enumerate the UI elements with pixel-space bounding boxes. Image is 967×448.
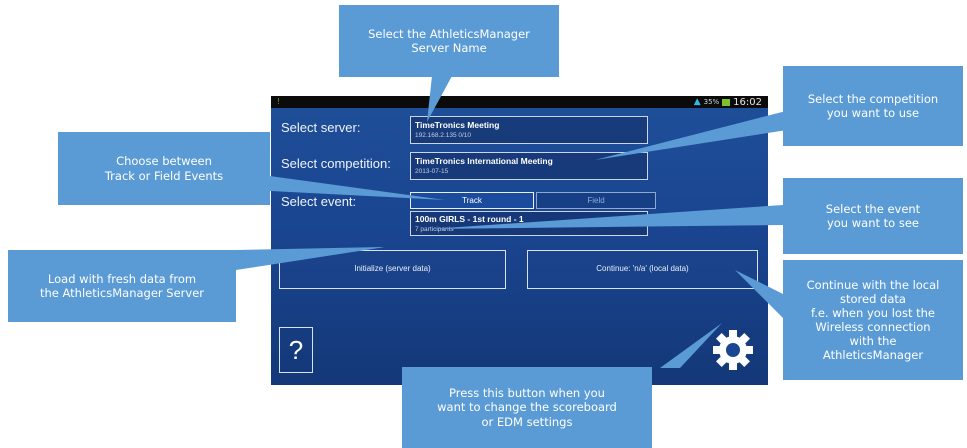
callout-event: Select the event you want to see bbox=[783, 178, 963, 254]
callout-settings: Press this button when you want to chang… bbox=[402, 367, 652, 448]
callout-event-type: Choose between Track or Field Events bbox=[58, 132, 270, 205]
callout-server-text: Select the AthleticsManager Server Name bbox=[368, 26, 530, 55]
pointer-server bbox=[427, 76, 452, 122]
callout-load-text: Load with fresh data from the AthleticsM… bbox=[39, 271, 205, 300]
pointer-settings bbox=[660, 323, 722, 368]
callout-event-type-text: Choose between Track or Field Events bbox=[104, 154, 224, 183]
callout-continue-text: Continue with the local stored data f.e.… bbox=[806, 277, 940, 363]
callout-continue: Continue with the local stored data f.e.… bbox=[783, 260, 963, 380]
callout-event-text: Select the event you want to see bbox=[825, 201, 921, 230]
pointer-continue bbox=[735, 270, 783, 318]
pointer-event bbox=[430, 205, 783, 229]
callout-settings-text: Press this button when you want to chang… bbox=[437, 386, 617, 429]
callout-server: Select the AthleticsManager Server Name bbox=[339, 5, 559, 77]
pointer-load bbox=[236, 247, 385, 270]
callout-load: Load with fresh data from the AthleticsM… bbox=[8, 250, 236, 322]
callout-competition-text: Select the competition you want to use bbox=[807, 91, 939, 120]
pointer-event-type bbox=[240, 172, 445, 200]
callout-competition: Select the competition you want to use bbox=[783, 66, 963, 146]
pointer-competition bbox=[595, 110, 800, 160]
